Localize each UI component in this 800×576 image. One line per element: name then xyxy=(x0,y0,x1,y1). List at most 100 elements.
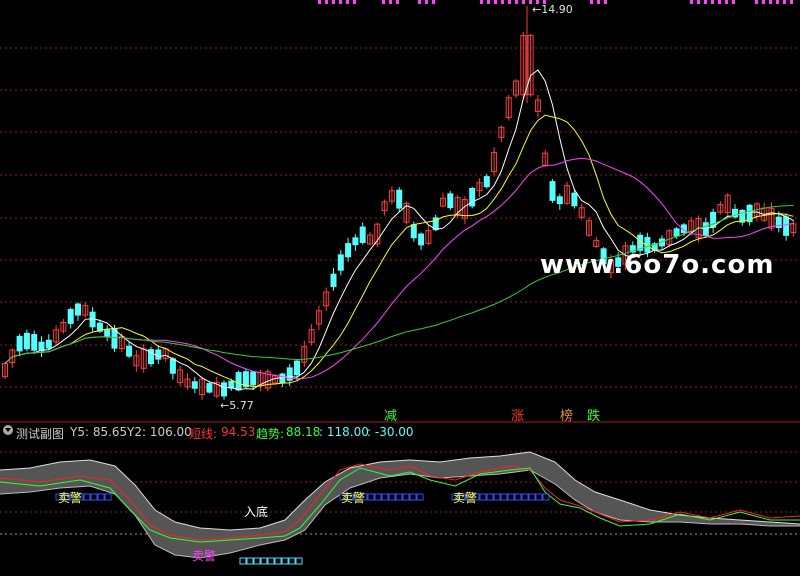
price-labels: ←14.90 ←5.77 减 涨 榜跌 xyxy=(220,3,600,424)
signal-zhang: 涨 xyxy=(511,409,524,424)
sell-signal-box xyxy=(500,493,508,501)
candle-down xyxy=(556,196,563,205)
trend-label: 趋势: xyxy=(256,427,285,441)
sell-warning-label: 卖警 xyxy=(58,490,82,505)
bottom-entry-label: 入底 xyxy=(244,504,268,519)
high-price-label: ←14.90 xyxy=(532,3,573,16)
candle-down xyxy=(345,243,352,258)
sell-signal-box xyxy=(409,493,417,501)
buy-signal-box xyxy=(274,557,282,565)
candle-down xyxy=(38,341,45,352)
sell-signal-box xyxy=(493,493,501,501)
sell-signal-box xyxy=(479,493,487,501)
candlesticks xyxy=(2,6,797,401)
buy-signal-box xyxy=(288,557,296,565)
sell-signal-box xyxy=(521,493,529,501)
candle-down xyxy=(45,339,52,349)
top-signal-tick xyxy=(725,0,728,4)
top-signal-tick xyxy=(522,0,525,4)
top-signal-tick xyxy=(332,0,335,4)
candle-down xyxy=(16,335,23,352)
top-signal-tick xyxy=(346,0,349,4)
y2-value: Y2: 106.00 xyxy=(127,425,192,439)
candle-down xyxy=(330,273,337,288)
sub-chart-name: 测试副图 xyxy=(16,427,65,441)
signal-bang: 榜 xyxy=(560,408,573,424)
sell-signal-box xyxy=(535,493,543,501)
top-signal-tick xyxy=(732,0,735,4)
buy-signal-box xyxy=(281,557,289,565)
y5-value: Y5: 85.65 xyxy=(70,425,128,439)
candle-down xyxy=(294,360,300,376)
value-118: : 118.00 xyxy=(319,425,369,439)
candle-down xyxy=(250,371,257,386)
top-signal-tick xyxy=(690,0,693,4)
watermark: www.6o7o.com xyxy=(540,250,775,280)
candle-down xyxy=(206,383,213,393)
sell-signal-box xyxy=(90,493,98,501)
top-signal-tick xyxy=(776,0,779,4)
top-signal-tick xyxy=(515,0,518,4)
top-signal-tick xyxy=(508,0,511,4)
top-signal-tick xyxy=(790,0,793,4)
top-signal-tick xyxy=(318,0,321,4)
top-signal-tick xyxy=(755,0,758,4)
top-signal-tick xyxy=(487,0,490,4)
low-price-label: ←5.77 xyxy=(220,399,254,412)
sell-signal-box xyxy=(486,493,494,501)
candle-down xyxy=(549,181,556,201)
candle-down xyxy=(75,303,81,316)
sell-signal-box xyxy=(104,493,112,501)
top-signal-tick xyxy=(604,0,607,4)
top-signal-tick xyxy=(597,0,600,4)
sell-signal-box xyxy=(83,493,91,501)
top-signal-tick xyxy=(339,0,342,4)
candle-down xyxy=(235,372,242,391)
chart-stage: ←14.90 ←5.77 减涨榜跌 卖警 卖警 卖警 卖警 入底 www.6o7o.com … xyxy=(0,0,800,576)
top-signal-tick xyxy=(711,0,714,4)
top-signal-tick xyxy=(718,0,721,4)
signal-die: 跌 xyxy=(587,408,600,424)
top-signal-tick xyxy=(353,0,356,4)
candle-down xyxy=(447,193,454,209)
top-signal-tick xyxy=(590,0,593,4)
top-signal-tick xyxy=(704,0,707,4)
candle-down xyxy=(483,176,490,188)
candle-down xyxy=(352,237,359,246)
buy-signal-box xyxy=(239,557,247,565)
top-signal-tick xyxy=(382,0,385,4)
sub-chart-header: 测试副图 Y5: 85.65 Y2: 106.00 短线: 94.53 趋势: … xyxy=(0,425,800,441)
candle-down xyxy=(337,254,344,271)
value-neg30: : -30.00 xyxy=(367,425,414,439)
buy-signal-box xyxy=(295,557,303,565)
sell-signal-box xyxy=(528,493,536,501)
candle-down xyxy=(279,373,286,384)
candle-down xyxy=(67,309,74,324)
candle-down xyxy=(104,329,111,338)
buy-signal-box xyxy=(267,557,275,565)
candle-down xyxy=(359,226,366,243)
candle-down xyxy=(169,358,176,374)
top-signal-tick xyxy=(389,0,392,4)
collapse-icon[interactable] xyxy=(3,425,13,435)
buy-signal-box xyxy=(260,557,268,565)
candle-down xyxy=(396,189,403,209)
top-signal-tick xyxy=(762,0,765,4)
sell-signal-box xyxy=(367,493,375,501)
top-signal-tick xyxy=(432,0,435,4)
buy-signal-box xyxy=(253,557,261,565)
sell-signal-box xyxy=(514,493,522,501)
sell-signal-box xyxy=(416,493,424,501)
sell-signal-box xyxy=(388,493,396,501)
top-signal-tick xyxy=(769,0,772,4)
sell-signal-box xyxy=(374,493,382,501)
candle-down xyxy=(571,192,578,207)
top-signal-tick xyxy=(494,0,497,4)
sell-signal-box xyxy=(507,493,515,501)
top-signal-tick xyxy=(501,0,504,4)
trend-value: 88.18 xyxy=(286,425,321,439)
top-signal-tick xyxy=(396,0,399,4)
top-signal-tick xyxy=(418,0,421,4)
sell-warning-label: 卖警 xyxy=(192,548,216,563)
top-signal-tick xyxy=(783,0,786,4)
